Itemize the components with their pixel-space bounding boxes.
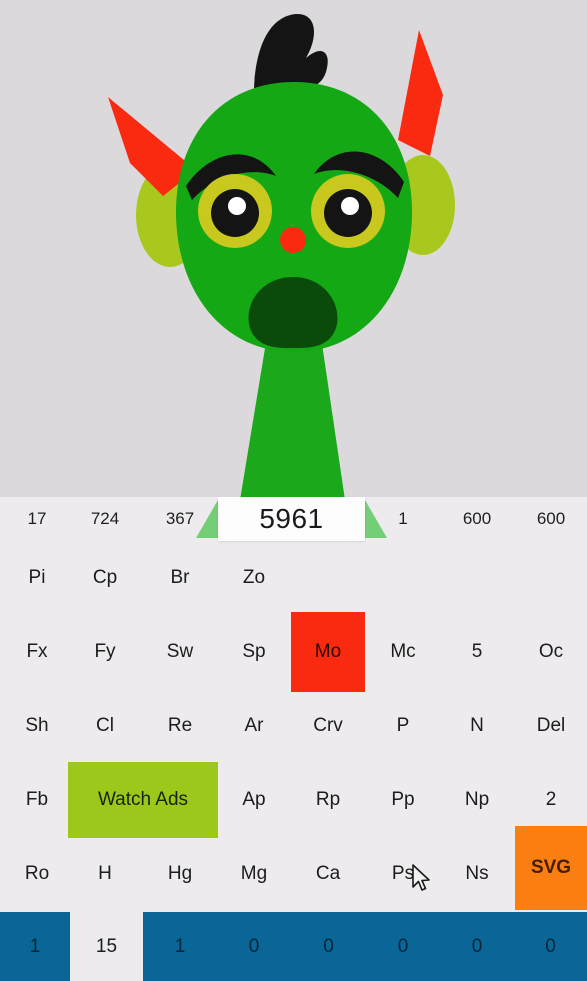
score-value: 5961 (259, 503, 324, 534)
character-stage (0, 0, 587, 497)
score-wing-left (196, 500, 218, 538)
key-ps[interactable]: Ps (366, 837, 440, 911)
bottom-cell[interactable]: 0 (440, 912, 514, 981)
key-5[interactable]: 5 (440, 615, 514, 689)
score-wing-right (365, 500, 387, 538)
key-hg[interactable]: Hg (143, 837, 217, 911)
svg-button[interactable]: SVG (515, 826, 587, 910)
key-br[interactable]: Br (143, 541, 217, 615)
key-h[interactable]: H (68, 837, 142, 911)
bottom-cell[interactable]: 1 (143, 912, 217, 981)
keypad-row: Fx Fy Sw Sp Mo Mc 5 Oc (0, 612, 587, 692)
key-zo[interactable]: Zo (217, 541, 291, 615)
key-fy[interactable]: Fy (68, 615, 142, 689)
key-mo[interactable]: Mo (291, 612, 365, 692)
monster-eye-left-glint (228, 197, 246, 215)
monster-horn-right (398, 30, 443, 156)
keypad-row: Fb Watch Ads Ap Rp Pp Np 2 (0, 762, 587, 838)
key-sw[interactable]: Sw (143, 615, 217, 689)
key-re[interactable]: Re (143, 689, 217, 763)
key-fx[interactable]: Fx (0, 615, 74, 689)
bottom-cell[interactable]: 15 (70, 912, 143, 981)
key-fb[interactable]: Fb (0, 763, 74, 837)
monster-eye-right-glint (341, 197, 359, 215)
app-root: 17 724 367 1 600 600 5961 Pi Cp Br Zo Fx… (0, 0, 587, 981)
key-n[interactable]: N (440, 689, 514, 763)
keypad-row: Sh Cl Re Ar Crv P N Del (0, 689, 587, 763)
keypad-row: Pi Cp Br Zo (0, 541, 587, 615)
stat-cell: 600 (536, 509, 566, 528)
key-oc[interactable]: Oc (514, 615, 587, 689)
key-rp[interactable]: Rp (291, 763, 365, 837)
key-pi[interactable]: Pi (0, 541, 74, 615)
key-ap[interactable]: Ap (217, 763, 291, 837)
key-mc[interactable]: Mc (366, 615, 440, 689)
bottom-cell[interactable]: 0 (514, 912, 587, 981)
bottom-cell[interactable]: 0 (217, 912, 291, 981)
bottom-cell[interactable]: 0 (291, 912, 366, 981)
key-ns[interactable]: Ns (440, 837, 514, 911)
key-np[interactable]: Np (440, 763, 514, 837)
key-pp[interactable]: Pp (366, 763, 440, 837)
monster-hair (254, 13, 328, 92)
bottom-counter-bar: 1 15 1 0 0 0 0 0 (0, 912, 587, 981)
watch-ads-button[interactable]: Watch Ads (68, 762, 218, 838)
key-crv[interactable]: Crv (291, 689, 365, 763)
key-ar[interactable]: Ar (217, 689, 291, 763)
stat-cell: 17 (27, 509, 47, 528)
key-cl[interactable]: Cl (68, 689, 142, 763)
monster-avatar-svg (108, 13, 455, 497)
key-p[interactable]: P (366, 689, 440, 763)
bottom-cell[interactable]: 1 (0, 912, 70, 981)
monster-neck (240, 330, 345, 497)
stat-cell: 600 (462, 509, 492, 528)
key-ro[interactable]: Ro (0, 837, 74, 911)
monster-nose (280, 227, 306, 253)
score-display: 5961 (218, 497, 365, 541)
stat-cell: 724 (90, 509, 120, 528)
key-ca[interactable]: Ca (291, 837, 365, 911)
keypad-row: Ro H Hg Mg Ca Ps Ns SVG (0, 826, 587, 911)
bottom-cell[interactable]: 0 (366, 912, 440, 981)
key-mg[interactable]: Mg (217, 837, 291, 911)
key-del[interactable]: Del (514, 689, 587, 763)
key-sp[interactable]: Sp (217, 615, 291, 689)
keypad-panel: Pi Cp Br Zo Fx Fy Sw Sp Mo Mc 5 Oc Sh Cl… (0, 541, 587, 912)
key-sh[interactable]: Sh (0, 689, 74, 763)
key-cp[interactable]: Cp (68, 541, 142, 615)
